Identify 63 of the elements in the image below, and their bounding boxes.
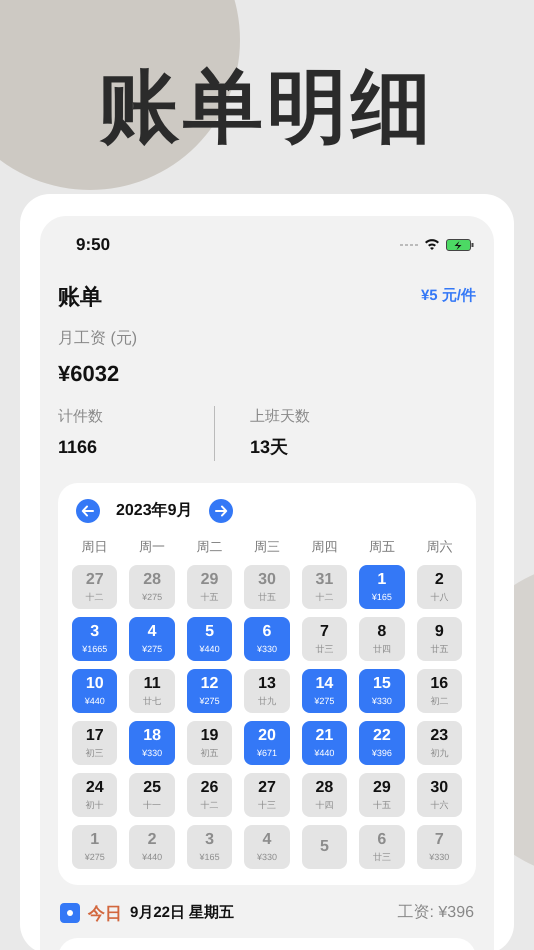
day-cell[interactable]: 12 ¥275 — [186, 668, 232, 712]
day-cell[interactable]: 5 ¥440 — [186, 616, 232, 660]
day-cell[interactable]: 2 十八 — [416, 564, 462, 608]
status-time: 9:50 — [76, 234, 110, 256]
day-cell[interactable]: 3 ¥1665 — [72, 616, 118, 660]
day-cell[interactable]: 21 ¥440 — [302, 720, 348, 764]
salary-label: 月工资 (元) — [58, 328, 138, 348]
day-cell[interactable]: 10 ¥440 — [72, 668, 118, 712]
day-cell[interactable]: 7 ¥330 — [416, 824, 462, 868]
day-cell[interactable]: 6 ¥330 — [244, 616, 290, 660]
day-cell[interactable]: 3 ¥165 — [186, 824, 232, 868]
day-cell[interactable]: 16 初二 — [416, 668, 462, 712]
day-cell[interactable]: 11 廿七 — [129, 668, 175, 712]
day-cell[interactable]: 25 十一 — [129, 772, 175, 816]
day-cell[interactable]: 31 十二 — [302, 564, 348, 608]
day-cell[interactable]: 28 十四 — [302, 772, 348, 816]
stat-value: 13天 — [250, 436, 290, 459]
day-cell[interactable]: 20 ¥671 — [244, 720, 290, 764]
stat-value: 1166 — [58, 436, 98, 459]
headline: 账单明细 — [99, 62, 435, 152]
day-cell[interactable]: 29 十五 — [186, 564, 232, 608]
weekday-label: 周三 — [252, 538, 281, 556]
day-cell[interactable]: 5 — [302, 824, 348, 868]
day-cell[interactable]: 18 ¥330 — [129, 720, 175, 764]
month-label: 2023年9月 — [116, 500, 192, 521]
weekday-label: 周日 — [80, 538, 109, 556]
day-cell[interactable]: 27 十三 — [244, 772, 290, 816]
day-cell[interactable]: 19 初五 — [186, 720, 232, 764]
weekday-label: 周一 — [138, 538, 166, 556]
day-cell[interactable]: 29 十五 — [359, 772, 405, 816]
day-cell[interactable]: 4 ¥330 — [244, 824, 290, 868]
stat-label: 上班天数 — [250, 406, 310, 426]
day-cell[interactable]: 28 ¥275 — [129, 564, 175, 608]
day-cell[interactable]: 2 ¥440 — [129, 824, 175, 868]
day-cell[interactable]: 6 廿三 — [359, 824, 405, 868]
rate-link[interactable]: ¥5 元/件 — [420, 284, 476, 308]
salary-value: ¥6032 — [58, 360, 120, 388]
day-cell[interactable]: 22 ¥396 — [359, 720, 405, 764]
today-label: 今日 — [88, 902, 122, 924]
day-cell[interactable]: 1 ¥165 — [359, 564, 405, 608]
weekday-label: 周四 — [310, 538, 338, 556]
today-wage: 工资: ¥396 — [398, 903, 474, 924]
day-cell[interactable]: 30 十六 — [416, 772, 462, 816]
weekday-label: 周五 — [368, 538, 396, 556]
day-cell[interactable]: 4 ¥275 — [129, 616, 175, 660]
page-title: 账单 — [58, 282, 102, 310]
day-cell[interactable]: 14 ¥275 — [302, 668, 348, 712]
day-cell[interactable]: 1 ¥275 — [72, 824, 118, 868]
day-cell[interactable]: 17 初三 — [72, 720, 118, 764]
day-cell[interactable]: 13 廿九 — [244, 668, 290, 712]
day-cell[interactable]: 7 廿三 — [302, 616, 348, 660]
day-cell[interactable]: 15 ¥330 — [359, 668, 405, 712]
day-cell[interactable]: 27 十二 — [72, 564, 118, 608]
day-cell[interactable]: 23 初九 — [416, 720, 462, 764]
stat-label: 计件数 — [58, 406, 104, 426]
weekday-label: 周六 — [425, 538, 454, 556]
day-cell[interactable]: 24 初十 — [72, 772, 118, 816]
weekday-label: 周二 — [196, 538, 224, 556]
day-cell[interactable]: 26 十二 — [186, 772, 232, 816]
day-cell[interactable]: 8 廿四 — [359, 616, 405, 660]
day-cell[interactable]: 9 廿五 — [416, 616, 462, 660]
today-date: 9月22日 星期五 — [130, 903, 234, 923]
day-cell[interactable]: 30 廿五 — [244, 564, 290, 608]
